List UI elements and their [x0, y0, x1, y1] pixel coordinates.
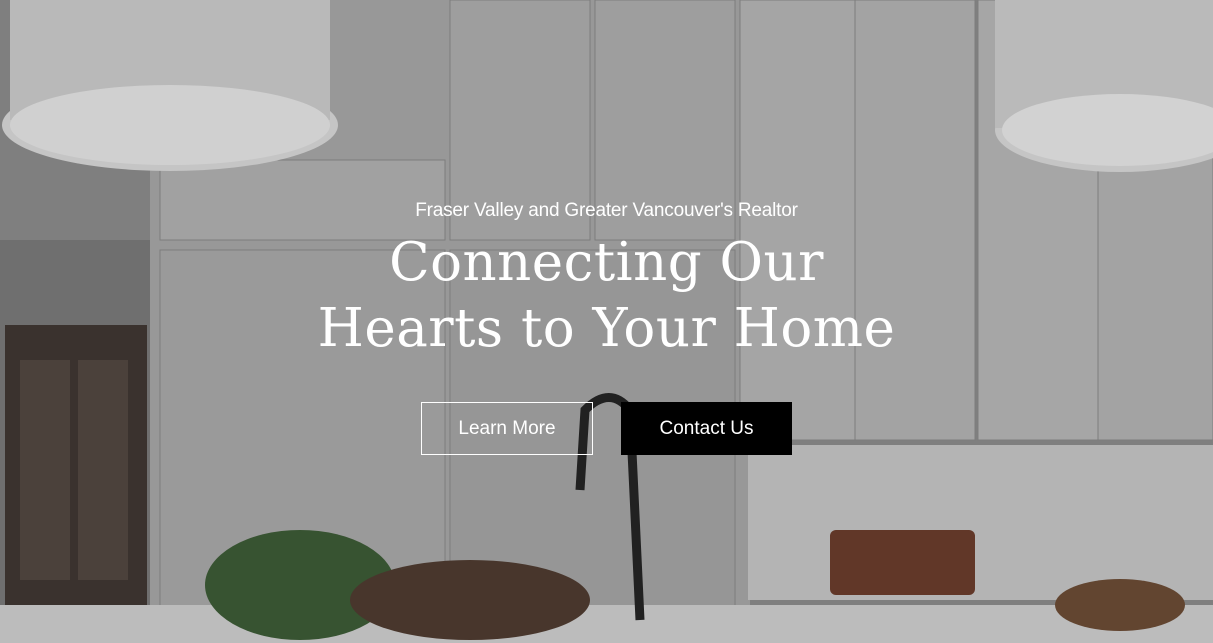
- hero-headline: Connecting Our Hearts to Your Home: [318, 230, 896, 362]
- learn-more-button[interactable]: Learn More: [421, 402, 593, 455]
- hero-section: Fraser Valley and Greater Vancouver's Re…: [0, 0, 1213, 643]
- headline-line-2: Hearts to Your Home: [317, 298, 896, 359]
- hero-content: Fraser Valley and Greater Vancouver's Re…: [0, 196, 1213, 455]
- hero-eyebrow: Fraser Valley and Greater Vancouver's Re…: [415, 200, 798, 221]
- cta-button-row: Learn More Contact Us: [421, 402, 792, 455]
- contact-us-button[interactable]: Contact Us: [621, 402, 792, 455]
- headline-line-1: Connecting Our: [389, 232, 824, 293]
